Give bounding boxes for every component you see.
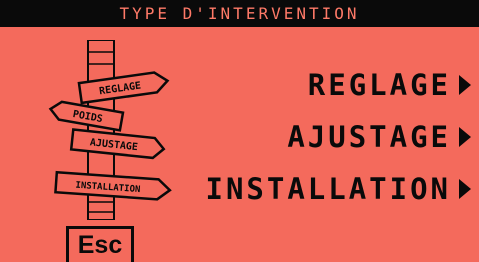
menu-item-label: AJUSTAGE — [287, 120, 451, 154]
arrow-right-icon — [459, 179, 471, 199]
arrow-right-icon — [459, 127, 471, 147]
intervention-screen: TYPE D'INTERVENTION REGLAGE POIDS AJUSTA… — [0, 0, 479, 262]
menu-item-label: REGLAGE — [307, 68, 451, 102]
esc-button-label: Esc — [77, 231, 123, 259]
signpost-board-installation: INSTALLATION — [54, 170, 172, 201]
signpost-icon: REGLAGE POIDS AJUSTAGE INSTALLATION — [48, 40, 172, 220]
menu-item-label: INSTALLATION — [205, 172, 451, 206]
menu-item-reglage[interactable]: REGLAGE — [308, 68, 471, 102]
signpost-board-ajustage: AJUSTAGE — [69, 128, 166, 160]
menu-item-installation[interactable]: INSTALLATION — [205, 172, 471, 206]
esc-button[interactable]: Esc — [66, 226, 134, 262]
title-bar: TYPE D'INTERVENTION — [0, 0, 479, 27]
arrow-right-icon — [459, 75, 471, 95]
screen-title: TYPE D'INTERVENTION — [119, 4, 360, 23]
menu-item-ajustage[interactable]: AJUSTAGE — [287, 120, 471, 154]
